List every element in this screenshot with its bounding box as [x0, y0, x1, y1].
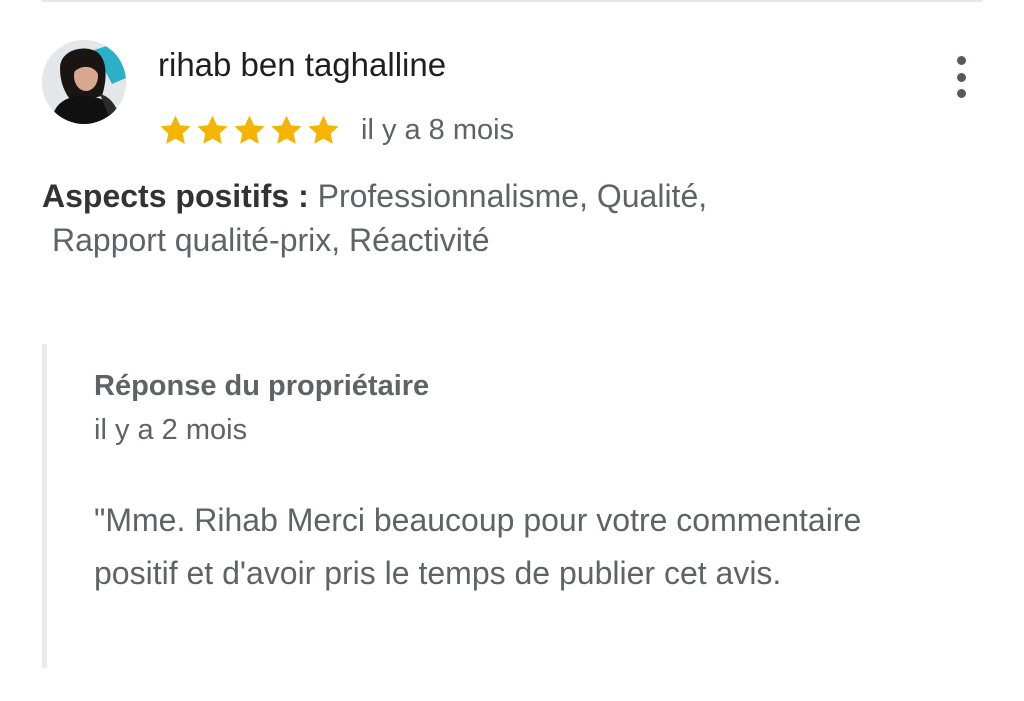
aspects-values-line1: Professionnalisme, Qualité, — [308, 178, 708, 214]
star-icon — [234, 115, 265, 144]
positive-aspects: Aspects positifs : Professionnalisme, Qu… — [42, 174, 842, 262]
star-icon — [197, 115, 228, 144]
star-rating — [158, 113, 341, 148]
aspects-label: Aspects positifs : — [42, 178, 309, 214]
top-divider — [42, 0, 982, 2]
more-vert-icon-dot — [956, 56, 966, 65]
more-options-button[interactable] — [942, 56, 980, 98]
review-time: il y a 8 mois — [361, 113, 515, 146]
more-vert-icon-dot — [956, 72, 966, 82]
star-icon — [271, 115, 302, 144]
more-vert-icon-dot — [956, 89, 966, 98]
owner-reply: Réponse du propriétaire il y a 2 mois "M… — [42, 344, 982, 668]
rating-row: il y a 8 mois — [158, 110, 514, 150]
owner-reply-time: il y a 2 mois — [94, 414, 248, 446]
aspects-values-line2: Rapport qualité-prix, Réactivité — [52, 222, 490, 258]
avatar-photo-icon — [42, 40, 126, 124]
star-icon — [308, 115, 339, 144]
star-icon — [160, 115, 191, 144]
owner-reply-title: Réponse du propriétaire — [94, 370, 430, 402]
reviewer-name[interactable]: rihab ben taghalline — [158, 45, 446, 85]
owner-reply-text: "Mme. Rihab Merci beaucoup pour votre co… — [94, 502, 862, 591]
reviewer-avatar[interactable] — [42, 40, 126, 124]
